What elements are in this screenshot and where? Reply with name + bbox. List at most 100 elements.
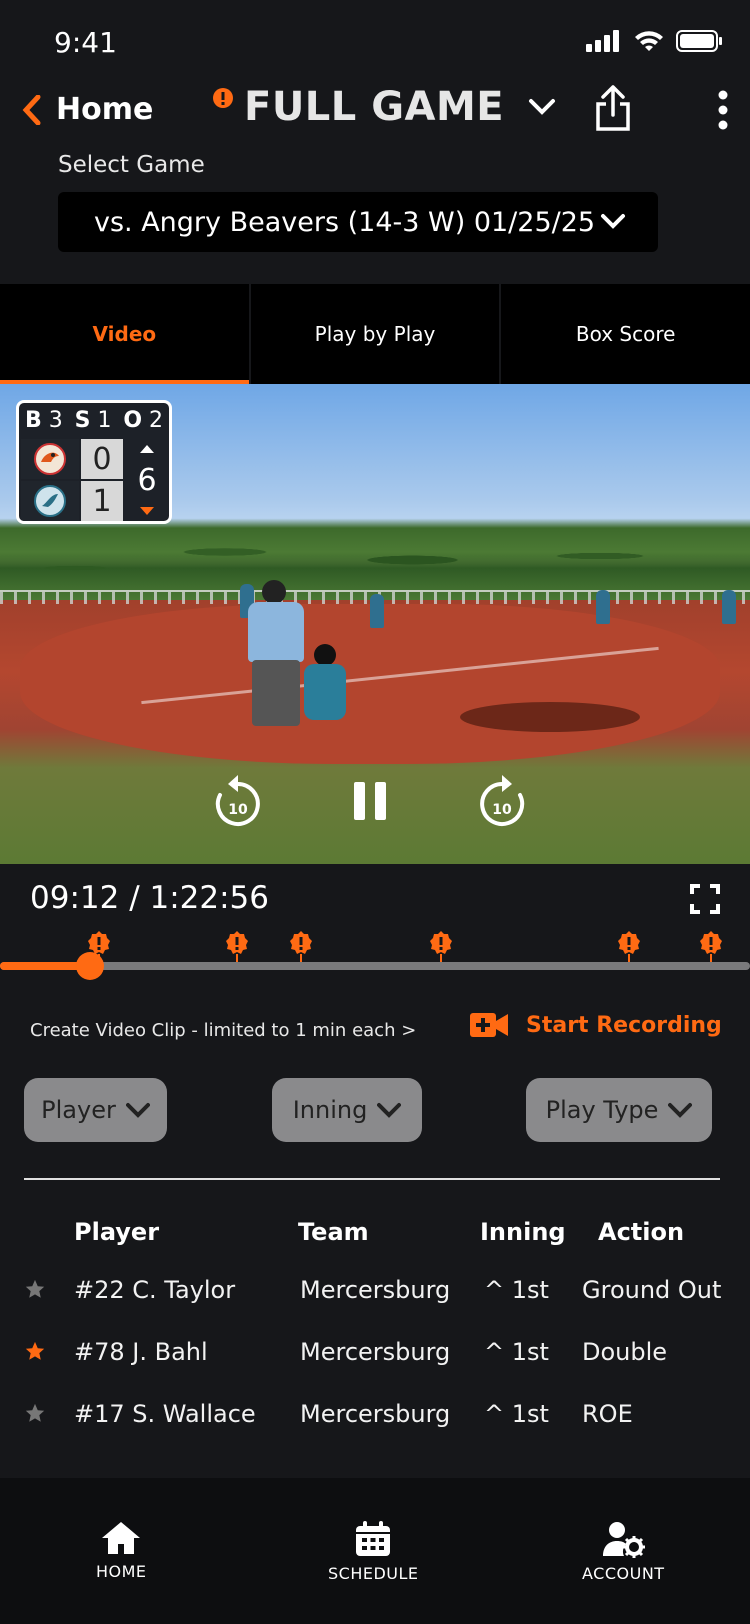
column-header-player: Player (74, 1218, 160, 1246)
tab-play-by-play[interactable]: Play by Play (251, 284, 502, 384)
select-game-label: Select Game (58, 152, 205, 178)
row-action: ROE (582, 1400, 633, 1428)
table-row[interactable]: #22 C. Taylor Mercersburg ^ 1st Ground O… (0, 1262, 750, 1324)
inning-top-arrow-icon (140, 445, 154, 453)
inning-indicator: 6 (125, 439, 169, 521)
back-button[interactable]: Home (22, 92, 153, 127)
play-marker-icon[interactable] (616, 930, 642, 956)
rewind-10-button[interactable]: 10 (214, 772, 262, 833)
page-title: FULL GAME (244, 84, 505, 130)
battery-icon (676, 30, 722, 52)
video-frame-fielder (722, 590, 736, 624)
pause-icon (354, 782, 386, 820)
video-player[interactable]: B 3 S 1 O 2 0 1 6 10 10 (0, 384, 750, 864)
video-frame-infield (20, 604, 720, 764)
count-row: B 3 S 1 O 2 (19, 403, 169, 437)
divider (24, 1178, 720, 1180)
row-action: Double (582, 1338, 668, 1366)
nav-schedule[interactable]: SCHEDULE (328, 1520, 419, 1583)
chevron-left-icon (22, 94, 41, 125)
chevron-down-icon (601, 214, 625, 229)
chevron-down-icon (125, 1103, 150, 1118)
back-label: Home (56, 92, 154, 127)
more-options-icon[interactable] (718, 90, 728, 130)
signal-icon (586, 30, 619, 52)
team-logo-icon (34, 443, 66, 475)
fullscreen-icon[interactable] (690, 884, 720, 914)
start-recording-button[interactable]: Start Recording (470, 1012, 722, 1038)
status-time: 9:41 (54, 26, 117, 59)
video-timecode: 09:12 / 1:22:56 (30, 880, 269, 916)
video-frame-catcher (300, 644, 350, 724)
start-recording-label: Start Recording (526, 1012, 722, 1038)
tab-box-score[interactable]: Box Score (501, 284, 750, 384)
create-clip-link[interactable]: Create Video Clip - limited to 1 min eac… (30, 1020, 416, 1041)
play-marker-icon[interactable] (288, 930, 314, 956)
row-inning: ^ 1st (484, 1276, 549, 1304)
strikes-label: S (74, 407, 91, 433)
game-select-dropdown[interactable]: vs. Angry Beavers (14-3 W) 01/25/25 (58, 192, 658, 252)
user-settings-icon (603, 1522, 646, 1558)
bottom-nav: HOME SCHEDULE ACCOUNT (0, 1478, 750, 1624)
pause-button[interactable] (352, 780, 388, 827)
star-icon[interactable] (24, 1402, 46, 1424)
player-filter-dropdown[interactable]: Player (24, 1078, 167, 1142)
inning-bottom-arrow-icon (140, 507, 154, 515)
forward-10-button[interactable]: 10 (478, 772, 526, 833)
video-frame-fielder (596, 590, 610, 624)
nav-schedule-label: SCHEDULE (328, 1564, 419, 1583)
team-logo-icon (34, 485, 66, 517)
tab-bar: Video Play by Play Box Score (0, 284, 750, 384)
inning-number: 6 (137, 462, 157, 498)
strikes-count: 1 (97, 407, 112, 433)
home-icon (102, 1522, 141, 1554)
share-icon[interactable] (594, 84, 632, 132)
row-player: #78 J. Bahl (74, 1338, 208, 1366)
game-view-selector[interactable]: FULL GAME (212, 84, 556, 130)
video-frame-fielder (370, 594, 384, 628)
home-score: 1 (81, 481, 123, 521)
rewind-seconds: 10 (228, 802, 248, 818)
row-team: Mercersburg (300, 1338, 451, 1366)
column-header-action: Action (598, 1218, 685, 1246)
away-score: 0 (81, 439, 123, 479)
nav-account-label: ACCOUNT (582, 1564, 665, 1583)
play-type-filter-dropdown[interactable]: Play Type (526, 1078, 712, 1142)
wifi-icon (635, 31, 663, 51)
chevron-down-icon (668, 1103, 693, 1118)
video-progress-bar[interactable] (0, 952, 750, 980)
row-inning: ^ 1st (484, 1338, 549, 1366)
nav-home[interactable]: HOME (96, 1520, 147, 1581)
balls-label: B (24, 407, 42, 433)
video-frame-shadow (460, 702, 640, 732)
status-icons (586, 30, 722, 52)
chevron-down-icon (377, 1103, 402, 1118)
home-team-logo (21, 481, 79, 521)
row-player: #17 S. Wallace (74, 1400, 256, 1428)
play-marker-icon[interactable] (698, 930, 724, 956)
outs-count: 2 (149, 407, 164, 433)
column-header-inning: Inning (480, 1218, 566, 1246)
table-row[interactable]: #78 J. Bahl Mercersburg ^ 1st Double (0, 1324, 750, 1386)
play-type-filter-label: Play Type (545, 1096, 659, 1124)
row-player: #22 C. Taylor (74, 1276, 236, 1304)
play-marker-icon[interactable] (428, 930, 454, 956)
table-row[interactable]: #17 S. Wallace Mercersburg ^ 1st ROE (0, 1386, 750, 1448)
chevron-down-icon (529, 99, 556, 115)
inning-filter-label: Inning (292, 1096, 368, 1124)
video-camera-plus-icon (470, 1013, 508, 1037)
calendar-icon (356, 1521, 391, 1556)
tab-video[interactable]: Video (0, 284, 251, 384)
selected-game-value: vs. Angry Beavers (14-3 W) 01/25/25 (94, 206, 596, 238)
video-scrubber-handle[interactable] (76, 952, 104, 980)
row-inning: ^ 1st (484, 1400, 549, 1428)
star-icon[interactable] (24, 1340, 46, 1362)
video-frame-trees (0, 520, 750, 600)
star-icon[interactable] (24, 1278, 46, 1300)
play-marker-icon[interactable] (224, 930, 250, 956)
rewind-icon: 10 (215, 775, 260, 826)
nav-account[interactable]: ACCOUNT (582, 1520, 665, 1583)
inning-filter-dropdown[interactable]: Inning (272, 1078, 422, 1142)
video-frame-umpire (244, 580, 304, 730)
player-filter-label: Player (41, 1096, 116, 1124)
